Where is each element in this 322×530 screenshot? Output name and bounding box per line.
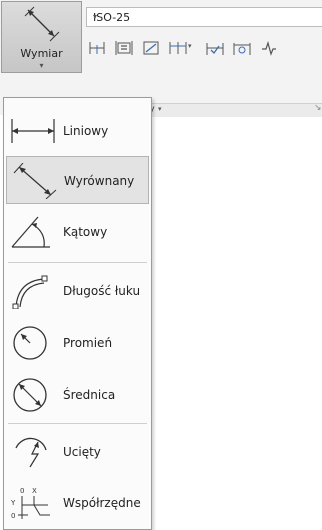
arc-length-icon — [12, 275, 48, 309]
aligned-dimension-icon — [13, 163, 57, 199]
break-dimension-icon — [262, 40, 276, 56]
menu-item-label: Liniowy — [63, 124, 109, 138]
menu-item-label: Wyrównany — [64, 174, 135, 188]
dimension-style-select[interactable]: ISO-25 ▾ — [86, 7, 322, 27]
aligned-dimension-icon — [24, 6, 60, 42]
angular-dimension-icon — [11, 216, 50, 248]
menu-item-label: Ucięty — [63, 445, 101, 459]
menu-item-arc-length[interactable]: Długość łuku — [6, 267, 149, 315]
dimension-split-button[interactable]: Wymiar ▾ — [1, 1, 82, 73]
break-dimension-button[interactable] — [258, 37, 280, 59]
menu-item-label: Długość łuku — [63, 284, 141, 298]
ordinate-dimension-icon: 0 X Y 0 — [10, 487, 50, 520]
svg-text:0: 0 — [11, 512, 15, 520]
update-dimension-icon — [233, 43, 251, 55]
adjust-space-button[interactable] — [204, 37, 226, 59]
text-frame-button[interactable] — [113, 37, 135, 59]
dimension-type-menu: Liniowy Wyrównany Kątowy Długość łuku Pr… — [3, 97, 152, 530]
menu-item-aligned[interactable]: Wyrównany — [6, 156, 149, 204]
menu-item-label: Promień — [63, 336, 113, 350]
menu-separator — [8, 423, 147, 424]
continue-dimension-icon — [169, 42, 187, 54]
menu-item-ordinate[interactable]: 0 X Y 0 Współrzędne — [6, 479, 149, 527]
dimension-toolbar: ▾ — [86, 37, 322, 61]
diameter-icon — [13, 378, 47, 412]
jogged-dimension-icon — [15, 437, 47, 468]
adjust-space-icon — [206, 43, 224, 55]
chevron-down-icon[interactable]: ▾ — [158, 105, 162, 113]
radius-icon — [13, 326, 47, 360]
menu-item-label: Średnica — [63, 388, 116, 402]
svg-text:X: X — [32, 487, 37, 495]
menu-item-label: Współrzędne — [63, 496, 141, 510]
text-frame-icon — [115, 41, 133, 55]
baseline-dimension-icon — [89, 42, 105, 54]
menu-separator — [8, 262, 147, 263]
linear-dimension-icon — [11, 119, 55, 143]
chevron-down-icon[interactable]: ▾ — [188, 42, 192, 50]
continue-dimension-button[interactable]: ▾ — [167, 37, 192, 59]
dialog-launcher-icon[interactable]: ↘ — [314, 103, 322, 113]
svg-text:Y: Y — [10, 499, 16, 507]
quick-dimension-button[interactable] — [140, 37, 162, 59]
menu-item-diameter[interactable]: Średnica — [6, 371, 149, 419]
menu-item-linear[interactable]: Liniowy — [6, 107, 149, 155]
svg-text:0: 0 — [20, 487, 24, 495]
menu-item-radius[interactable]: Promień — [6, 319, 149, 367]
menu-item-jogged[interactable]: Ucięty — [6, 428, 149, 476]
quick-dimension-icon — [143, 41, 159, 55]
dimension-button-label: Wymiar — [20, 47, 63, 60]
menu-item-angular[interactable]: Kątowy — [6, 208, 149, 256]
baseline-dimension-button[interactable] — [86, 37, 108, 59]
chevron-down-icon[interactable]: ▾ — [2, 61, 81, 70]
menu-item-label: Kątowy — [63, 225, 108, 239]
update-dimension-button[interactable] — [231, 37, 253, 59]
chevron-down-icon[interactable]: ▾ — [93, 12, 315, 21]
